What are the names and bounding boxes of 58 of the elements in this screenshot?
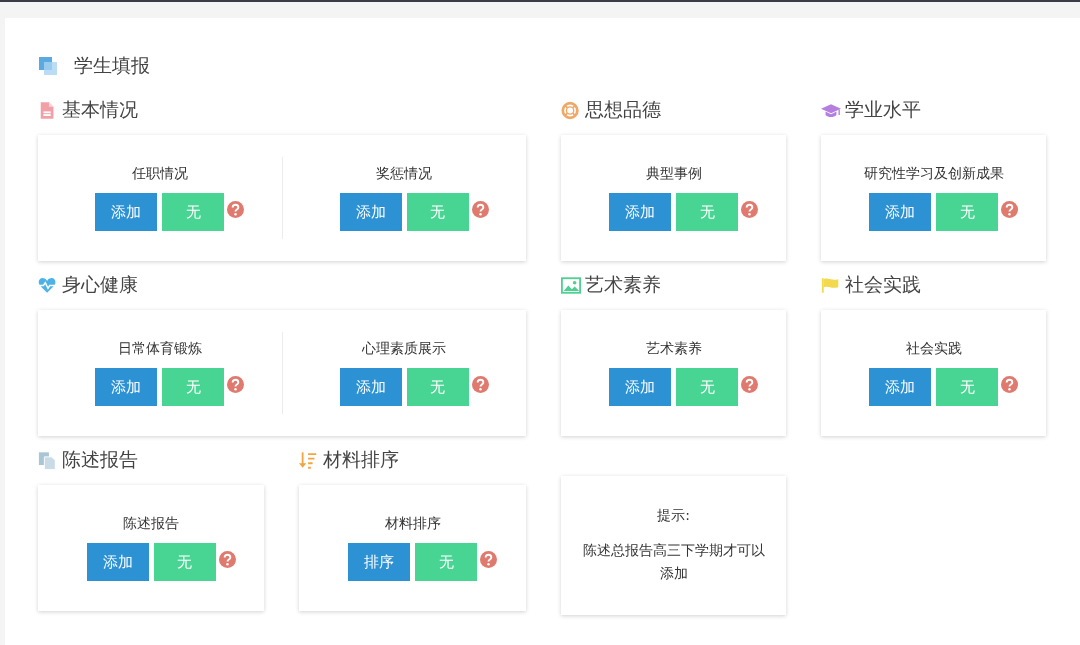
none-button[interactable]: 无 <box>415 543 477 581</box>
action-button[interactable]: 添加 <box>339 368 402 406</box>
section-title: 思想品德 <box>585 97 661 122</box>
sort-icon <box>299 450 319 470</box>
none-button[interactable]: 无 <box>162 193 225 231</box>
none-button[interactable]: 无 <box>406 368 469 406</box>
heartbeat-icon <box>38 275 58 295</box>
help-icon[interactable] <box>218 551 236 568</box>
flag-icon <box>821 275 841 295</box>
section-title: 基本情况 <box>62 97 138 122</box>
action-button[interactable]: 添加 <box>86 543 149 581</box>
help-icon[interactable] <box>1001 376 1018 393</box>
section-title: 材料排序 <box>323 447 399 472</box>
item-label: 典型事例 <box>645 165 702 183</box>
help-icon[interactable] <box>227 376 245 393</box>
none-button[interactable]: 无 <box>406 193 469 231</box>
squares-icon <box>38 56 60 76</box>
section-title: 社会实践 <box>845 272 921 297</box>
item-label: 任职情况 <box>131 165 188 183</box>
item-label: 心理素质展示 <box>362 340 447 358</box>
section-title: 学业水平 <box>845 97 921 122</box>
item-label: 艺术素养 <box>645 340 702 358</box>
tip-heading: 提示: <box>657 506 690 525</box>
item-label: 奖惩情况 <box>376 165 433 183</box>
tip-text: 陈述总报告高三下学期才可以添加 <box>581 540 766 583</box>
action-button[interactable]: 添加 <box>95 193 158 231</box>
none-button[interactable]: 无 <box>676 193 738 231</box>
none-button[interactable]: 无 <box>936 368 998 406</box>
item-label: 材料排序 <box>384 515 441 533</box>
life-ring-icon <box>561 100 581 120</box>
section-title: 陈述报告 <box>62 447 138 472</box>
action-button[interactable]: 添加 <box>339 193 402 231</box>
help-icon[interactable] <box>471 376 489 393</box>
action-button[interactable]: 添加 <box>609 368 671 406</box>
none-button[interactable]: 无 <box>936 193 998 231</box>
item-label: 陈述报告 <box>123 515 179 533</box>
page-title: 学生填报 <box>74 53 150 78</box>
action-button[interactable]: 添加 <box>869 368 931 406</box>
action-button[interactable]: 添加 <box>95 368 158 406</box>
action-button[interactable]: 添加 <box>869 193 931 231</box>
item-label: 日常体育锻炼 <box>117 340 202 358</box>
help-icon[interactable] <box>741 376 758 393</box>
none-button[interactable]: 无 <box>153 543 216 581</box>
help-icon[interactable] <box>480 551 497 568</box>
help-icon[interactable] <box>1001 201 1018 218</box>
copy-icon <box>38 450 58 470</box>
item-label: 研究性学习及创新成果 <box>863 165 1004 183</box>
item-label: 社会实践 <box>905 340 962 358</box>
action-button[interactable]: 排序 <box>348 543 410 581</box>
section-title: 艺术素养 <box>585 272 661 297</box>
section-title: 身心健康 <box>62 272 138 297</box>
action-button[interactable]: 添加 <box>609 193 671 231</box>
help-icon[interactable] <box>227 201 245 218</box>
help-icon[interactable] <box>741 201 758 218</box>
none-button[interactable]: 无 <box>162 368 225 406</box>
help-icon[interactable] <box>471 201 489 218</box>
none-button[interactable]: 无 <box>676 368 738 406</box>
image-icon <box>561 275 581 295</box>
